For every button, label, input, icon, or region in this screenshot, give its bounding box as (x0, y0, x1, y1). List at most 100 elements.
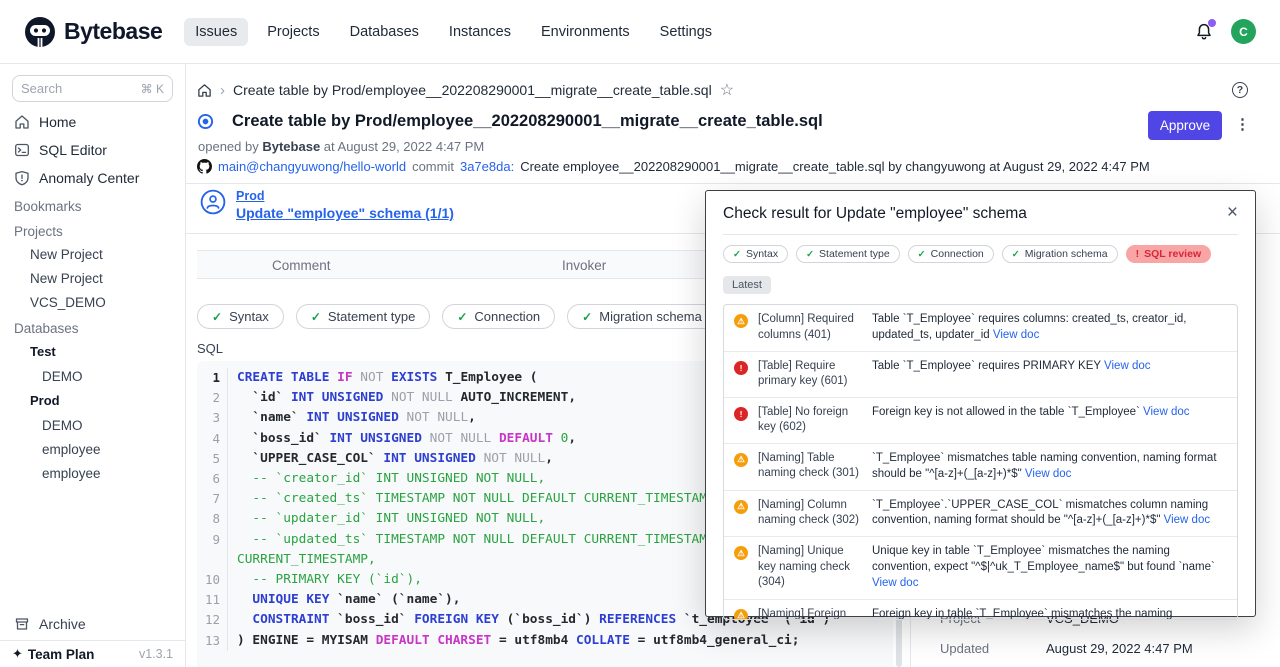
pill-statement-type: ✓Statement type (796, 245, 900, 263)
check-icon: ✓ (1012, 249, 1020, 260)
sidebar-item-anomaly-center[interactable]: Anomaly Center (0, 164, 185, 192)
search-input[interactable] (21, 81, 113, 96)
line-number: 10 (197, 570, 228, 590)
bytebase-logo-icon (24, 16, 56, 48)
page-title: Create table by Prod/employee__202208290… (232, 112, 823, 131)
sql-line-text: `name` INT UNSIGNED NOT NULL, (237, 408, 476, 428)
sidebar-database[interactable]: DEMO (0, 413, 185, 437)
nav-instances[interactable]: Instances (438, 18, 522, 46)
vcs-branch-link[interactable]: main@changyuwong/hello-world (218, 159, 406, 174)
sidebar-database[interactable]: employee (0, 461, 185, 485)
view-doc-link[interactable]: View doc (1104, 360, 1150, 372)
task-name-link[interactable]: Update "employee" schema (1/1) (236, 205, 454, 221)
breadcrumb-text[interactable]: Create table by Prod/employee__202208290… (233, 82, 712, 98)
check-icon: ✓ (806, 249, 814, 260)
sql-line-text: -- `updater_id` INT UNSIGNED NOT NULL, (237, 509, 545, 529)
check-rule: [Table] No foreign key (602) (758, 405, 862, 436)
search-box[interactable]: ⌘ K (12, 75, 173, 102)
chevron-icon: › (220, 82, 225, 99)
projects-section-label: Projects (0, 217, 185, 242)
check-icon: ✓ (582, 310, 592, 324)
sidebar-item-home[interactable]: Home (0, 108, 185, 136)
nav-projects[interactable]: Projects (256, 18, 330, 46)
check-icon: ✓ (457, 310, 467, 324)
sidebar-env-prod: Prod (0, 388, 185, 413)
nav-issues[interactable]: Issues (184, 18, 248, 46)
pill-migration-schema[interactable]: ✓Migration schema (567, 304, 717, 329)
column-invoker: Invoker (562, 258, 606, 273)
check-rule: [Naming] Column naming check (302) (758, 498, 862, 529)
check-description: Foreign key is not allowed in the table … (872, 405, 1227, 421)
pill-syntax[interactable]: ✓Syntax (197, 304, 284, 329)
bookmarks-section-label: Bookmarks (0, 192, 185, 217)
check-rule: [Naming] Foreign key naming check (305) (758, 607, 862, 620)
main-nav: Issues Projects Databases Instances Envi… (184, 18, 723, 46)
sidebar-database[interactable]: DEMO (0, 364, 185, 388)
sidebar-project[interactable]: New Project (0, 242, 185, 266)
star-icon[interactable]: ☆ (720, 80, 734, 100)
opener-name: Bytebase (262, 139, 320, 154)
nav-settings[interactable]: Settings (649, 18, 723, 46)
breadcrumb: › Create table by Prod/employee__2022082… (197, 80, 734, 100)
sql-line: 13 ) ENGINE = MYISAM DEFAULT CHARSET = ut… (197, 631, 893, 651)
sidebar-item-label: Home (39, 114, 76, 130)
latest-button[interactable]: Latest (723, 276, 771, 294)
view-doc-link[interactable]: View doc (1143, 406, 1189, 418)
sidebar-project[interactable]: New Project (0, 266, 185, 290)
commit-hash-link[interactable]: 3a7e8da: (460, 159, 514, 174)
column-comment: Comment (272, 258, 331, 273)
sql-line-text: -- `created_ts` TIMESTAMP NOT NULL DEFAU… (237, 489, 722, 509)
pill-statement-type[interactable]: ✓Statement type (296, 304, 431, 329)
bytebase-logo[interactable]: Bytebase (24, 16, 162, 48)
databases-section-label: Databases (0, 314, 185, 339)
pill-connection[interactable]: ✓Connection (442, 304, 555, 329)
sidebar-project[interactable]: VCS_DEMO (0, 290, 185, 314)
alert-icon: ! (1136, 248, 1140, 260)
nav-environments[interactable]: Environments (530, 18, 641, 46)
check-rule: [Naming] Unique key naming check (304) (758, 544, 862, 591)
commit-word: commit (412, 159, 454, 174)
vcs-commit-row: main@changyuwong/hello-world commit 3a7e… (197, 159, 1150, 174)
task-env-link[interactable]: Prod (236, 189, 454, 203)
sidebar-env-test: Test (0, 339, 185, 364)
issue-open-icon (197, 113, 214, 130)
line-number: 6 (197, 469, 228, 489)
line-number (197, 550, 228, 570)
help-icon[interactable]: ? (1232, 82, 1248, 98)
commit-message: Create employee__202208290001__migrate__… (520, 159, 1150, 174)
check-row: ⚠[Naming] Table naming check (301)`T_Emp… (724, 443, 1237, 490)
check-description: Table `T_Employee` requires columns: cre… (872, 312, 1227, 344)
check-rule: [Naming] Table naming check (301) (758, 451, 862, 482)
close-icon[interactable]: × (1227, 205, 1238, 220)
sql-line-text: ) ENGINE = MYISAM DEFAULT CHARSET = utf8… (237, 631, 799, 651)
check-rule: [Column] Required columns (401) (758, 312, 862, 343)
sidebar-item-sql-editor[interactable]: SQL Editor (0, 136, 185, 164)
line-number: 7 (197, 489, 228, 509)
check-result-modal: Check result for Update "employee" schem… (705, 190, 1256, 617)
view-doc-link[interactable]: View doc (872, 577, 918, 589)
view-doc-link[interactable]: View doc (1164, 514, 1210, 526)
view-doc-link[interactable]: View doc (993, 329, 1039, 341)
sparkle-icon: ✦ (12, 646, 23, 662)
sql-line-text: -- `creator_id` INT UNSIGNED NOT NULL, (237, 469, 545, 489)
avatar[interactable]: C (1231, 19, 1256, 44)
line-number: 13 (197, 631, 228, 651)
kebab-menu-icon[interactable]: ⋮ (1235, 115, 1251, 133)
home-breadcrumb-icon[interactable] (197, 83, 212, 98)
plan-bar[interactable]: ✦ Team Plan v1.3.1 (0, 640, 185, 667)
archive-label: Archive (39, 616, 86, 632)
line-number: 12 (197, 610, 228, 630)
nav-databases[interactable]: Databases (339, 18, 430, 46)
check-row: ![Table] No foreign key (602)Foreign key… (724, 397, 1237, 443)
check-icon: ✓ (311, 310, 321, 324)
sql-line-text: UNIQUE KEY `name` (`name`), (237, 590, 460, 610)
sidebar-database[interactable]: employee (0, 437, 185, 461)
check-description: Unique key in table `T_Employee` mismatc… (872, 544, 1227, 592)
notification-bell-icon[interactable] (1195, 22, 1213, 42)
view-doc-link[interactable]: View doc (1025, 468, 1071, 480)
check-description: `T_Employee` mismatches table naming con… (872, 451, 1227, 483)
sidebar-item-archive[interactable]: Archive (0, 608, 185, 640)
approve-button[interactable]: Approve (1148, 111, 1222, 140)
line-number: 9 (197, 530, 228, 550)
task-card[interactable]: Prod Update "employee" schema (1/1) (200, 189, 454, 221)
